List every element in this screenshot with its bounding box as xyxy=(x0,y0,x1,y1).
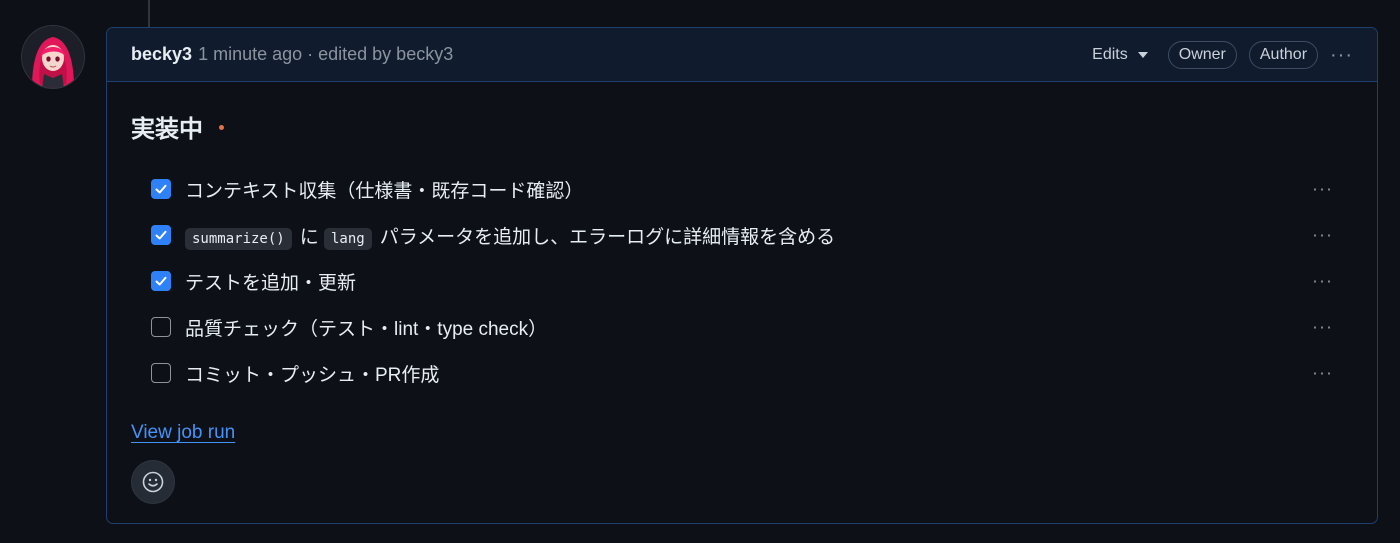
task-options-icon[interactable]: ··· xyxy=(1312,179,1333,200)
task-label: コミット・プッシュ・PR作成 xyxy=(185,360,439,387)
author-name[interactable]: becky3 xyxy=(131,44,192,65)
check-icon xyxy=(155,276,167,286)
comment-meta[interactable]: 1 minute ago · edited by becky3 xyxy=(198,44,453,65)
avatar[interactable] xyxy=(22,26,84,88)
task-checkbox[interactable] xyxy=(151,179,171,199)
edits-dropdown[interactable]: Edits xyxy=(1092,46,1148,64)
task-text-segment: 品質チェック（テスト・lint・type check） xyxy=(185,318,548,340)
task-options-icon[interactable]: ··· xyxy=(1312,317,1333,338)
edits-label: Edits xyxy=(1092,45,1128,63)
check-icon xyxy=(155,184,167,194)
task-text-segment: に xyxy=(299,226,324,248)
task-label: 品質チェック（テスト・lint・type check） xyxy=(185,314,547,341)
task-item: コミット・プッシュ・PR作成 ··· xyxy=(151,350,1353,396)
view-job-run-link[interactable]: View job run xyxy=(131,422,235,444)
task-item: 品質チェック（テスト・lint・type check） ··· xyxy=(151,304,1353,350)
timeline-line xyxy=(148,0,150,27)
task-options-icon[interactable]: ··· xyxy=(1312,225,1333,246)
task-label: summarize() に lang パラメータを追加し、エラーログに詳細情報を含め… xyxy=(185,222,836,250)
task-options-icon[interactable]: ··· xyxy=(1312,363,1333,384)
task-item: コンテキスト収集（仕様書・既存コード確認） ··· xyxy=(151,166,1353,212)
task-checkbox[interactable] xyxy=(151,271,171,291)
task-item: summarize() に lang パラメータを追加し、エラーログに詳細情報を含め… xyxy=(151,212,1353,258)
task-options-icon[interactable]: ··· xyxy=(1312,271,1333,292)
task-list: コンテキスト収集（仕様書・既存コード確認） ··· summarize() に lan… xyxy=(131,166,1353,396)
task-label: コンテキスト収集（仕様書・既存コード確認） xyxy=(185,176,583,203)
smiley-icon xyxy=(142,471,164,493)
comment-header: becky3 1 minute ago · edited by becky3 E… xyxy=(107,28,1377,82)
comment-options-icon[interactable]: ··· xyxy=(1330,45,1353,65)
heading-text: 実装中 xyxy=(131,115,203,143)
status-dot-icon xyxy=(219,124,224,130)
task-text-segment: コミット・プッシュ・PR作成 xyxy=(185,364,440,386)
task-checkbox[interactable] xyxy=(151,363,171,383)
task-item: テストを追加・更新 ··· xyxy=(151,258,1353,304)
header-actions: Edits Owner Author ··· xyxy=(1092,40,1353,69)
task-text-segment: テストを追加・更新 xyxy=(185,272,357,294)
task-label: テストを追加・更新 xyxy=(185,268,356,295)
chevron-down-icon xyxy=(1137,51,1148,58)
add-reaction-button[interactable] xyxy=(131,460,175,504)
comment-body: 実装中 コンテキスト収集（仕様書・既存コード確認） ··· summarize() に… xyxy=(107,82,1377,504)
author-badge: Author xyxy=(1248,40,1319,69)
task-text-segment: コンテキスト収集（仕様書・既存コード確認） xyxy=(185,180,584,202)
inline-code: lang xyxy=(324,227,372,250)
avatar-image xyxy=(22,26,84,88)
owner-badge: Owner xyxy=(1167,40,1237,69)
check-icon xyxy=(155,230,167,240)
comment-heading: 実装中 xyxy=(131,108,1353,144)
inline-code: summarize() xyxy=(185,227,292,250)
task-checkbox[interactable] xyxy=(151,225,171,245)
task-checkbox[interactable] xyxy=(151,317,171,337)
comment-box: becky3 1 minute ago · edited by becky3 E… xyxy=(106,27,1378,524)
task-text-segment: パラメータを追加し、エラーログに詳細情報を含める xyxy=(379,226,836,248)
